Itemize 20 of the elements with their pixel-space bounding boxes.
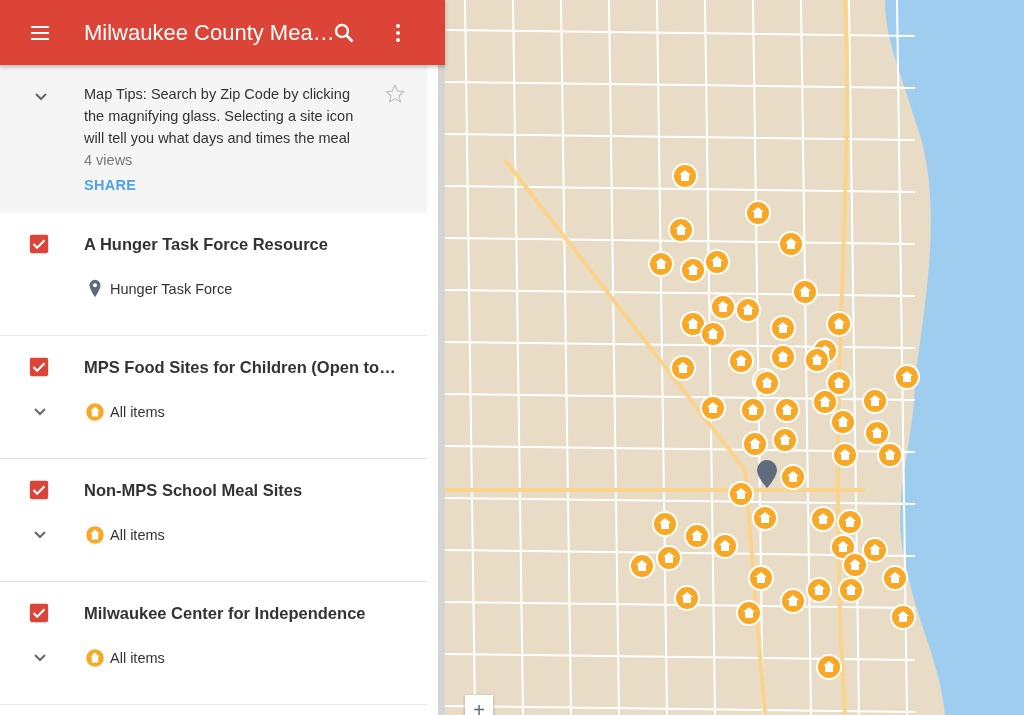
layer-item[interactable]: All items <box>110 650 165 666</box>
layer-title: MPS Food Sites for Children (Open to… <box>84 357 396 377</box>
house-icon <box>84 524 106 546</box>
zoom-in-button[interactable]: + <box>465 695 493 715</box>
layer-title: Milwaukee Center for Independence <box>84 603 366 623</box>
house-icon <box>84 401 106 423</box>
layer-item[interactable]: Hunger Task Force <box>110 281 233 297</box>
layer-title: Non-MPS School Meal Sites <box>84 480 303 500</box>
checkbox[interactable] <box>28 602 50 624</box>
star-icon[interactable] <box>384 83 406 105</box>
checkbox[interactable] <box>28 233 50 255</box>
house-icon <box>84 647 106 669</box>
layer-item[interactable]: All items <box>110 404 165 420</box>
view-count: 4 views <box>84 151 134 170</box>
checkbox[interactable] <box>28 356 50 378</box>
layer-item[interactable]: All items <box>110 527 165 543</box>
checkbox[interactable] <box>28 479 50 501</box>
description-text: Map Tips: Search by Zip Code by clicking the magnifying glass. Selecting a site icon will tell you what days and times the meal <box>84 85 355 148</box>
map-title: Milwaukee County Mea… <box>84 19 332 46</box>
layer-title: A Hunger Task Force Resource <box>84 234 328 254</box>
